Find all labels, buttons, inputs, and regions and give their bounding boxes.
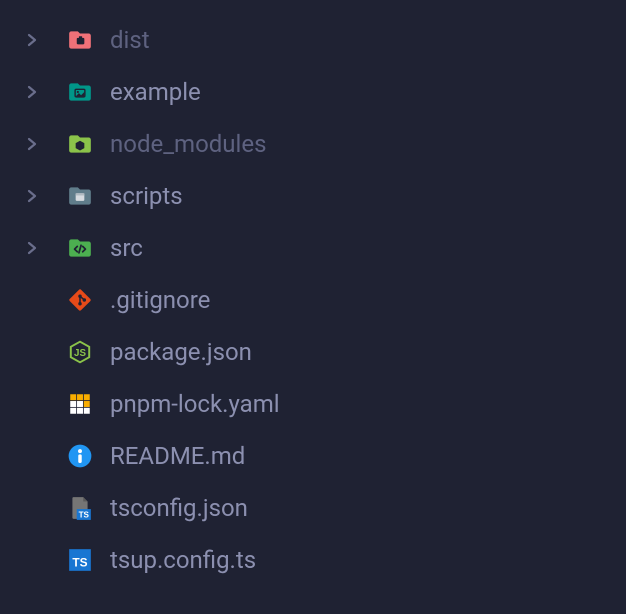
folder-example-icon	[66, 78, 94, 106]
chevron-right-icon[interactable]	[18, 78, 46, 106]
file-ts-icon: TS	[66, 546, 94, 574]
folder-src-icon	[66, 234, 94, 262]
tree-item-label: scripts	[110, 182, 183, 210]
tree-item-label: dist	[110, 26, 150, 54]
file-tsconfig-icon: TS	[66, 494, 94, 522]
svg-text:TS: TS	[72, 556, 87, 570]
tree-item-label: README.md	[110, 442, 245, 470]
tree-item-folder[interactable]: example	[0, 66, 626, 118]
tree-item-label: node_modules	[110, 130, 266, 158]
tree-item-label: tsconfig.json	[110, 494, 248, 522]
tree-item-file[interactable]: README.md	[0, 430, 626, 482]
tree-item-label: tsup.config.ts	[110, 546, 256, 574]
chevron-right-icon[interactable]	[18, 130, 46, 158]
tree-item-label: src	[110, 234, 143, 262]
file-git-icon	[66, 286, 94, 314]
tree-item-folder[interactable]: src	[0, 222, 626, 274]
svg-text:JS: JS	[74, 348, 86, 359]
folder-dist-icon	[66, 26, 94, 54]
file-pnpm-icon	[66, 390, 94, 418]
chevron-right-icon[interactable]	[18, 182, 46, 210]
tree-item-file[interactable]: JS package.json	[0, 326, 626, 378]
tree-item-file[interactable]: .gitignore	[0, 274, 626, 326]
file-info-icon	[66, 442, 94, 470]
chevron-right-icon[interactable]	[18, 234, 46, 262]
folder-scripts-icon	[66, 182, 94, 210]
tree-item-file[interactable]: TS tsconfig.json	[0, 482, 626, 534]
chevron-right-icon[interactable]	[18, 26, 46, 54]
file-nodejs-icon: JS	[66, 338, 94, 366]
tree-item-file[interactable]: pnpm-lock.yaml	[0, 378, 626, 430]
tree-item-label: pnpm-lock.yaml	[110, 390, 280, 418]
file-tree: dist example node_modules scripts	[0, 14, 626, 586]
tree-item-label: .gitignore	[110, 286, 210, 314]
svg-text:TS: TS	[79, 511, 90, 520]
tree-item-folder[interactable]: dist	[0, 14, 626, 66]
tree-item-file[interactable]: TS tsup.config.ts	[0, 534, 626, 586]
tree-item-folder[interactable]: node_modules	[0, 118, 626, 170]
tree-item-label: package.json	[110, 338, 252, 366]
tree-item-label: example	[110, 78, 201, 106]
tree-item-folder[interactable]: scripts	[0, 170, 626, 222]
folder-node-icon	[66, 130, 94, 158]
